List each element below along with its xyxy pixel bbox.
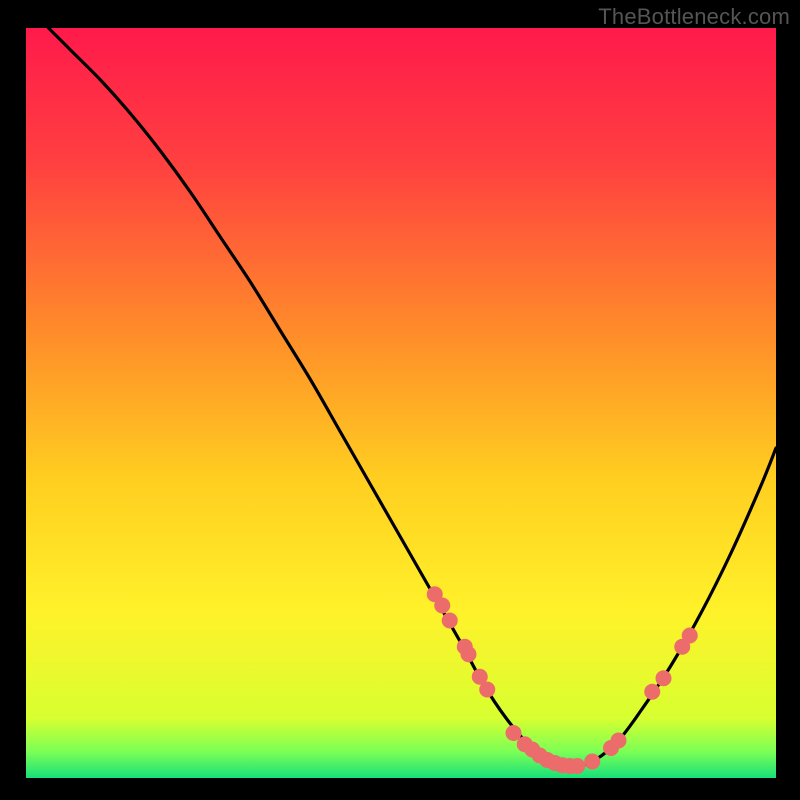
plot-background (26, 28, 776, 778)
marker-point (461, 646, 477, 662)
bottleneck-chart (0, 0, 800, 800)
marker-point (611, 733, 627, 749)
chart-stage: TheBottleneck.com (0, 0, 800, 800)
marker-point (656, 670, 672, 686)
marker-point (442, 613, 458, 629)
marker-point (644, 684, 660, 700)
marker-point (434, 598, 450, 614)
marker-point (569, 758, 585, 774)
marker-point (584, 754, 600, 770)
marker-point (682, 628, 698, 644)
watermark-text: TheBottleneck.com (598, 4, 790, 30)
marker-point (479, 682, 495, 698)
